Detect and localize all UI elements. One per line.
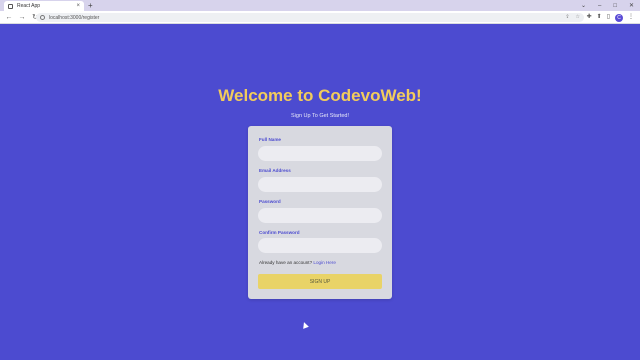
email-input[interactable]: [258, 177, 382, 192]
react-favicon-icon: [8, 3, 13, 9]
minimize-button[interactable]: –: [598, 3, 601, 9]
close-icon[interactable]: ×: [76, 3, 80, 9]
page-subtitle: Sign Up To Get Started!: [291, 113, 349, 119]
url-text[interactable]: localhost:3000/register: [49, 15, 99, 21]
close-window-button[interactable]: ✕: [629, 3, 634, 9]
login-prompt: Already have an account? Login Here: [259, 260, 336, 265]
profile-avatar[interactable]: C: [615, 13, 623, 22]
back-button[interactable]: ←: [5, 14, 13, 21]
browser-tab[interactable]: React App ×: [4, 1, 84, 11]
email-label: Email Address: [259, 168, 291, 173]
login-link[interactable]: Login Here: [313, 260, 335, 265]
bookmark-star-icon[interactable]: ☆: [576, 14, 580, 20]
signup-form-card: Full Name Email Address Password Confirm…: [248, 126, 392, 299]
sign-up-button[interactable]: SIGN UP: [258, 274, 382, 289]
confirm-password-input[interactable]: [258, 238, 382, 253]
menu-kebab-icon[interactable]: ⋮: [628, 13, 634, 22]
password-label: Password: [259, 199, 281, 204]
maximize-button[interactable]: □: [613, 3, 617, 9]
browser-tabstrip: React App × + ⌄ – □ ✕: [0, 0, 640, 11]
extension-icon[interactable]: ⬆: [597, 13, 602, 22]
extensions-puzzle-icon[interactable]: ✚: [587, 13, 592, 22]
address-bar[interactable]: localhost:3000/register ⇪ ☆: [36, 13, 584, 22]
forward-button[interactable]: →: [18, 14, 26, 21]
tab-search-icon[interactable]: ⌄: [581, 3, 586, 9]
extension-area: ✚ ⬆ ▯ C ⋮: [587, 13, 634, 22]
mouse-cursor-icon: [301, 321, 309, 329]
new-tab-button[interactable]: +: [88, 1, 93, 10]
browser-toolbar: ← → ↻ localhost:3000/register ⇪ ☆ ✚ ⬆ ▯ …: [0, 11, 640, 24]
page-title: Welcome to CodevoWeb!: [218, 86, 422, 105]
site-info-icon[interactable]: [40, 15, 45, 20]
full-name-input[interactable]: [258, 146, 382, 161]
window-controls: ⌄ – □ ✕: [581, 0, 634, 11]
share-icon[interactable]: ⇪: [565, 14, 569, 20]
tab-title: React App: [17, 3, 41, 9]
login-prompt-text: Already have an account?: [259, 260, 313, 265]
side-panel-icon[interactable]: ▯: [607, 13, 610, 22]
omnibox-actions: ⇪ ☆: [565, 14, 580, 20]
full-name-label: Full Name: [259, 137, 281, 142]
password-input[interactable]: [258, 208, 382, 223]
confirm-password-label: Confirm Password: [259, 230, 300, 235]
